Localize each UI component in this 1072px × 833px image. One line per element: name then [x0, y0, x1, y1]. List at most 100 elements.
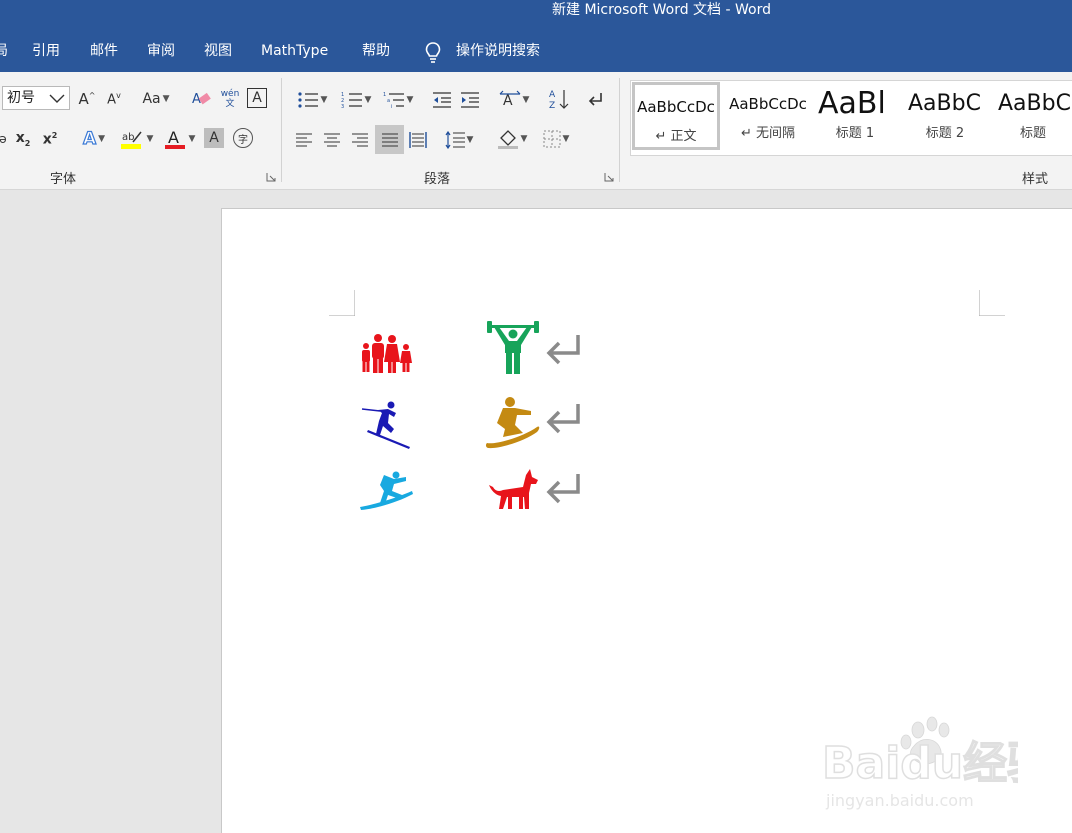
tab-references[interactable]: 引用 — [32, 21, 60, 72]
enclose-characters-button[interactable]: 字 — [233, 128, 253, 148]
dropdown-arrow-icon: ▼ — [562, 134, 570, 144]
text-effects-icon: A — [82, 128, 97, 149]
return-mark-icon — [546, 404, 580, 434]
character-border-button[interactable]: A — [247, 88, 267, 108]
strikethrough-icon: ǝ — [0, 132, 7, 146]
line-spacing-icon — [445, 131, 465, 149]
dropdown-arrow-icon: ▼ — [364, 95, 372, 105]
dropdown-arrow-icon: ▼ — [520, 134, 528, 144]
return-mark-icon — [546, 474, 580, 504]
borders-button[interactable]: ▼ — [536, 126, 576, 152]
decrease-indent-button[interactable] — [430, 88, 454, 112]
group-separator — [619, 78, 620, 182]
tab-help[interactable]: 帮助 — [362, 21, 390, 72]
style-sample: AaBbCcDc — [729, 95, 807, 113]
style-heading-2[interactable]: AaBbC 标题 2 — [904, 82, 986, 150]
align-center-icon — [324, 133, 340, 147]
shrink-font-button[interactable]: Av — [103, 88, 125, 110]
svg-text:Z: Z — [549, 101, 555, 111]
dropdown-arrow-icon: ▼ — [320, 95, 328, 105]
skier-icon — [361, 401, 410, 449]
style-normal[interactable]: AaBbCcDc ↵ 正文 — [632, 82, 720, 150]
watermark-text: Baidu经验 — [822, 738, 1018, 789]
style-name: ↵ 正文 — [655, 129, 697, 144]
svg-text:1: 1 — [383, 92, 386, 98]
phonetic-guide-button[interactable]: wén 文 — [218, 86, 242, 112]
bullets-button[interactable]: ▼ — [292, 88, 332, 112]
dropdown-arrow-icon: ▼ — [466, 135, 474, 145]
dropdown-arrow-icon: ▼ — [522, 95, 530, 105]
paragraph-group-label: 段落 — [424, 172, 451, 187]
ribbon: 初号 A^ Av Aa ▼ A wén 文 A ǝ x2 x2 A ▼ ab ▼ A… — [0, 72, 1072, 190]
grow-font-icon: A^ — [78, 90, 96, 108]
svg-text:3: 3 — [341, 104, 344, 109]
change-case-button[interactable]: Aa ▼ — [138, 88, 174, 110]
dropdown-arrow-icon: ▼ — [188, 134, 196, 144]
watermark-url: jingyan.baidu.com — [825, 791, 974, 810]
show-marks-button[interactable] — [583, 88, 607, 112]
sort-button[interactable]: AZ — [547, 86, 571, 112]
tab-view[interactable]: 视图 — [204, 21, 232, 72]
weightlifter-icon — [487, 321, 539, 374]
chinese-layout-button[interactable]: A ▼ — [496, 88, 532, 112]
distributed-icon — [409, 132, 427, 148]
style-sample: AaBbC — [908, 91, 981, 116]
chinese-layout-icon: A — [499, 90, 520, 109]
lightbulb-icon[interactable] — [424, 41, 442, 63]
style-no-spacing[interactable]: AaBbCcDc ↵ 无间隔 — [724, 82, 812, 150]
text-effects-button[interactable]: A ▼ — [76, 128, 112, 150]
borders-icon — [543, 130, 561, 148]
highlighter-icon: ab — [120, 131, 142, 149]
title-bar: 新建 Microsoft Word 文档 - Word — [0, 0, 1072, 21]
style-heading-1[interactable]: AaBl 标题 1 — [814, 82, 896, 150]
line-spacing-button[interactable]: ▼ — [440, 128, 478, 152]
align-left-button[interactable] — [292, 128, 316, 152]
style-name: 标题 — [1019, 126, 1046, 141]
dropdown-arrow-icon: ▼ — [146, 134, 154, 144]
style-name: ↵ 无间隔 — [740, 126, 796, 141]
paragraph-mark-icon — [588, 93, 602, 106]
baidu-jingyan-watermark: Baidu经验 jingyan.baidu.com — [822, 716, 1018, 810]
margin-corner-mark — [979, 290, 1005, 316]
eraser-icon: A — [192, 92, 211, 107]
subscript-icon: x2 — [15, 130, 31, 148]
style-title[interactable]: AaBbC 标题 — [994, 82, 1072, 150]
align-center-button[interactable] — [320, 128, 344, 152]
tab-layout[interactable]: 局 — [0, 21, 8, 72]
subscript-button[interactable]: x2 — [12, 128, 34, 150]
superscript-button[interactable]: x2 — [39, 128, 61, 150]
font-group-label: 字体 — [50, 172, 77, 187]
paragraph-dialog-launcher-icon[interactable] — [604, 172, 614, 182]
ribbon-tabs: 局 引用 邮件 审阅 视图 MathType 帮助 操作说明搜索 — [0, 21, 1072, 72]
bullet-list-icon — [297, 92, 318, 108]
tell-me-search[interactable]: 操作说明搜索 — [456, 21, 540, 72]
superscript-icon: x2 — [42, 130, 58, 148]
shading-button[interactable]: ▼ — [492, 126, 532, 152]
justify-icon — [381, 132, 398, 147]
font-color-button[interactable]: A ▼ — [160, 126, 198, 152]
surfer-icon — [360, 471, 413, 510]
align-right-button[interactable] — [348, 128, 372, 152]
window-title: 新建 Microsoft Word 文档 - Word — [552, 2, 771, 18]
font-dialog-launcher-icon[interactable] — [266, 172, 276, 182]
grow-font-button[interactable]: A^ — [76, 88, 98, 110]
svg-text:A: A — [503, 93, 513, 109]
tab-mathtype[interactable]: MathType — [261, 21, 328, 72]
styles-group-label: 样式 — [1022, 172, 1049, 187]
increase-indent-button[interactable] — [458, 88, 482, 112]
clear-formatting-button[interactable]: A — [190, 88, 214, 110]
font-size-select[interactable]: 初号 — [2, 86, 70, 110]
justify-button[interactable] — [375, 125, 404, 154]
highlight-color-button[interactable]: ab ▼ — [116, 126, 156, 152]
dropdown-arrow-icon: ▼ — [162, 94, 170, 104]
snowboarder-icon — [485, 397, 540, 449]
strikethrough-button[interactable]: ǝ — [0, 128, 10, 150]
tab-mailings[interactable]: 邮件 — [90, 21, 118, 72]
multilevel-list-button[interactable]: 1 a i ▼ — [380, 88, 416, 112]
distributed-button[interactable] — [406, 128, 430, 152]
character-shading-button[interactable]: A — [204, 128, 224, 148]
dropdown-arrow-icon: ▼ — [98, 134, 106, 144]
tab-review[interactable]: 审阅 — [147, 21, 175, 72]
numbering-button[interactable]: 1 2 3 ▼ — [336, 88, 376, 112]
change-case-label: Aa — [142, 91, 161, 107]
